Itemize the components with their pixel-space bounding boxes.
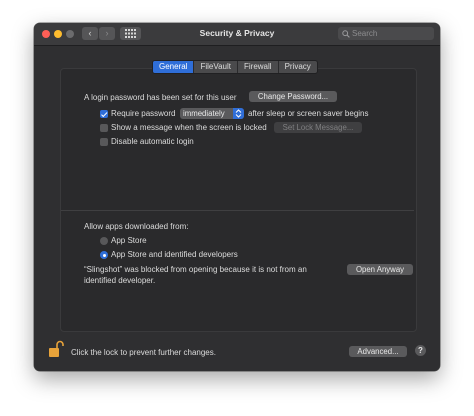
search-icon <box>342 30 350 38</box>
radio-app-store-label: App Store <box>111 236 147 245</box>
disable-autologin-checkbox[interactable] <box>100 138 108 146</box>
forward-button[interactable]: › <box>99 27 115 40</box>
search-input[interactable] <box>352 27 430 40</box>
allow-apps-heading: Allow apps downloaded from: <box>84 222 189 231</box>
radio-app-store[interactable] <box>100 237 108 245</box>
blocked-app-message-line2: identified developer. <box>84 276 156 285</box>
show-message-label: Show a message when the screen is locked <box>111 123 267 132</box>
lock-hint-text: Click the lock to prevent further change… <box>71 348 216 357</box>
radio-app-store-identified[interactable] <box>100 251 108 259</box>
unlocked-padlock-icon[interactable] <box>48 340 64 358</box>
back-button[interactable]: ‹ <box>82 27 98 40</box>
window-title: Security & Privacy <box>199 28 275 38</box>
radio-app-store-identified-label: App Store and identified developers <box>111 250 238 259</box>
disable-autologin-label: Disable automatic login <box>111 137 194 146</box>
search-field[interactable] <box>338 27 434 40</box>
set-lock-message-button[interactable]: Set Lock Message... <box>274 122 362 133</box>
security-privacy-window: ‹ › Security & Privacy General <box>34 23 440 371</box>
titlebar: ‹ › Security & Privacy <box>34 23 440 46</box>
grid-icon <box>125 29 136 38</box>
show-all-button[interactable] <box>120 27 141 40</box>
tab-general[interactable]: General <box>153 61 195 73</box>
require-password-delay-value: immediately <box>183 109 225 118</box>
tab-filevault[interactable]: FileVault <box>194 61 238 73</box>
require-password-delay-select[interactable]: immediately <box>180 108 244 119</box>
chevron-left-icon: ‹ <box>88 28 92 38</box>
tab-privacy[interactable]: Privacy <box>279 61 317 73</box>
advanced-button[interactable]: Advanced... <box>349 346 407 357</box>
require-password-label: Require password <box>111 109 176 118</box>
open-anyway-button[interactable]: Open Anyway <box>347 264 413 275</box>
help-button[interactable]: ? <box>415 345 426 356</box>
change-password-button[interactable]: Change Password... <box>249 91 337 102</box>
zoom-window-button[interactable] <box>66 30 74 38</box>
require-password-checkbox[interactable] <box>100 110 108 118</box>
show-message-checkbox[interactable] <box>100 124 108 132</box>
tab-firewall[interactable]: Firewall <box>238 61 279 73</box>
require-password-suffix: after sleep or screen saver begins <box>248 109 369 118</box>
minimize-window-button[interactable] <box>54 30 62 38</box>
close-window-button[interactable] <box>42 30 50 38</box>
chevron-right-icon: › <box>105 28 109 38</box>
up-down-arrows-icon <box>235 109 242 118</box>
blocked-app-message-line1: “Slingshot” was blocked from opening bec… <box>84 265 307 274</box>
section-divider <box>61 210 414 211</box>
login-password-text: A login password has been set for this u… <box>84 93 237 102</box>
select-arrows <box>233 108 244 119</box>
tab-bar: General FileVault Firewall Privacy <box>152 60 318 74</box>
question-mark-icon: ? <box>418 346 423 355</box>
